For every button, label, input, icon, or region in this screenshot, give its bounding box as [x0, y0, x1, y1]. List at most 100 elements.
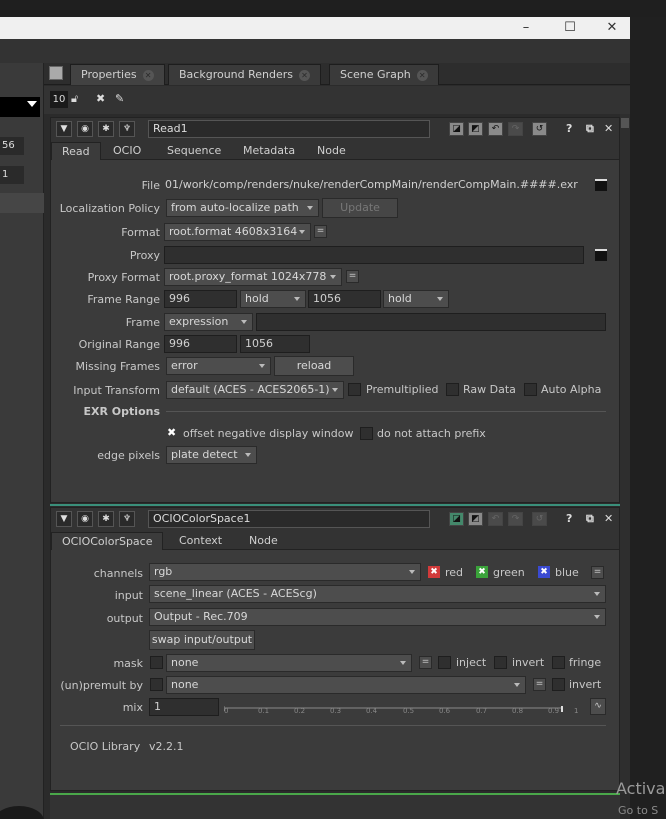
- help-icon[interactable]: ?: [566, 122, 572, 135]
- tab-sequence[interactable]: Sequence: [157, 142, 231, 160]
- mask-checkbox[interactable]: [150, 656, 163, 669]
- localization-policy-dropdown[interactable]: from auto-localize path: [166, 199, 319, 217]
- mask-dropdown[interactable]: none: [166, 654, 412, 672]
- inject-checkbox[interactable]: [438, 656, 451, 669]
- center-icon[interactable]: ◉: [77, 121, 93, 137]
- tab-properties[interactable]: Properties ✕: [70, 64, 165, 85]
- close-icon[interactable]: ✕: [142, 70, 154, 81]
- unpremult-checkbox[interactable]: [150, 678, 163, 691]
- missing-frames-dropdown[interactable]: error: [166, 357, 271, 375]
- node-name-field[interactable]: Read1: [148, 120, 430, 138]
- reload-button[interactable]: reload: [274, 356, 354, 376]
- edge-pixels-dropdown[interactable]: plate detect: [166, 446, 257, 464]
- reset-icon[interactable]: ↺: [532, 122, 547, 136]
- tile-color-icon[interactable]: ♆: [119, 511, 135, 527]
- left-panel-dropdown[interactable]: [0, 97, 40, 117]
- undo-history-icon[interactable]: ◪: [449, 512, 464, 526]
- tab-ocio[interactable]: OCIO: [103, 142, 151, 160]
- close-button[interactable]: ✕: [594, 17, 630, 39]
- node-color-icon[interactable]: ✱: [98, 121, 114, 137]
- proxy-format-edit-button[interactable]: =: [346, 270, 359, 283]
- max-panels-input[interactable]: 10: [50, 91, 68, 108]
- frame-range-start-input[interactable]: 996: [164, 290, 237, 308]
- tab-read[interactable]: Read: [51, 142, 101, 160]
- unpremult-edit-button[interactable]: =: [533, 678, 546, 691]
- properties-scrollbar[interactable]: [620, 114, 630, 794]
- dropdown-value: error: [171, 359, 198, 372]
- redo-icon[interactable]: ↷: [508, 512, 523, 526]
- tick-label: 0.7: [476, 707, 488, 715]
- undo-icon[interactable]: ↶: [488, 512, 503, 526]
- after-dropdown[interactable]: hold: [383, 290, 449, 308]
- help-icon[interactable]: ?: [566, 512, 572, 525]
- revert-icon[interactable]: ◩: [468, 122, 483, 136]
- invert2-checkbox[interactable]: [552, 678, 565, 691]
- revert-icon[interactable]: ◩: [468, 512, 483, 526]
- original-start-input[interactable]: 996: [164, 335, 237, 353]
- reset-icon[interactable]: ↺: [532, 512, 547, 526]
- tab-ociocolorspace[interactable]: OCIOColorSpace: [51, 532, 164, 550]
- panel-grip-icon[interactable]: [49, 66, 63, 80]
- node-name-field[interactable]: OCIOColorSpace1: [148, 510, 430, 528]
- invert-checkbox[interactable]: [494, 656, 507, 669]
- clear-icon[interactable]: ✖: [96, 92, 105, 105]
- premultiplied-checkbox[interactable]: [348, 383, 361, 396]
- folder-icon[interactable]: [595, 179, 607, 191]
- proxy-format-dropdown[interactable]: root.proxy_format 1024x778: [164, 268, 342, 286]
- frame-mode-dropdown[interactable]: expression: [164, 313, 253, 331]
- raw-data-checkbox[interactable]: [446, 383, 459, 396]
- input-colorspace-dropdown[interactable]: scene_linear (ACES - ACEScg): [149, 585, 606, 603]
- frame-range-end-input[interactable]: 1056: [308, 290, 381, 308]
- curve-icon[interactable]: ∿: [590, 698, 606, 715]
- tab-node[interactable]: Node: [307, 142, 356, 160]
- lock-icon[interactable]: 🔓︎: [71, 92, 78, 106]
- float-icon[interactable]: ⧉: [586, 122, 594, 136]
- tab-scene-graph[interactable]: Scene Graph ✕: [329, 64, 439, 85]
- tile-color-icon[interactable]: ♆: [119, 121, 135, 137]
- format-edit-button[interactable]: =: [314, 225, 327, 238]
- close-icon[interactable]: ✕: [416, 70, 428, 81]
- original-end-input[interactable]: 1056: [240, 335, 310, 353]
- maximize-button[interactable]: ☐: [552, 17, 588, 39]
- node-color-icon[interactable]: ✱: [98, 511, 114, 527]
- tab-metadata[interactable]: Metadata: [233, 142, 305, 160]
- center-icon[interactable]: ◉: [77, 511, 93, 527]
- folder-icon[interactable]: [595, 249, 607, 261]
- channels-edit-button[interactable]: =: [591, 566, 604, 579]
- mix-input[interactable]: 1: [149, 698, 219, 716]
- close-icon[interactable]: ✕: [299, 70, 311, 81]
- channels-dropdown[interactable]: rgb: [149, 563, 421, 581]
- redo-icon[interactable]: ↷: [508, 122, 523, 136]
- output-colorspace-dropdown[interactable]: Output - Rec.709: [149, 608, 606, 626]
- collapse-icon[interactable]: ▼: [56, 121, 72, 137]
- tab-background-renders[interactable]: Background Renders ✕: [168, 64, 322, 85]
- auto-alpha-checkbox[interactable]: [524, 383, 537, 396]
- file-input[interactable]: 01/work/comp/renders/nuke/renderCompMain…: [164, 176, 584, 194]
- float-icon[interactable]: ⧉: [586, 512, 594, 526]
- input-transform-dropdown[interactable]: default (ACES - ACES2065-1): [166, 381, 344, 399]
- collapse-icon[interactable]: ▼: [56, 511, 72, 527]
- unpremult-dropdown[interactable]: none: [166, 676, 526, 694]
- undo-history-icon[interactable]: ◪: [449, 122, 464, 136]
- close-icon[interactable]: ✕: [604, 122, 613, 135]
- update-button[interactable]: Update: [322, 198, 398, 218]
- blue-checkbox[interactable]: ✖: [538, 566, 550, 578]
- frame-input[interactable]: [256, 313, 606, 331]
- do-not-attach-checkbox[interactable]: [360, 427, 373, 440]
- format-dropdown[interactable]: root.format 4608x3164: [164, 223, 311, 241]
- proxy-input[interactable]: [164, 246, 584, 264]
- tab-node[interactable]: Node: [239, 532, 288, 550]
- before-dropdown[interactable]: hold: [240, 290, 306, 308]
- offset-negative-checkbox[interactable]: ✖: [167, 426, 176, 439]
- fringe-checkbox[interactable]: [552, 656, 565, 669]
- undo-icon[interactable]: ↶: [488, 122, 503, 136]
- tab-context[interactable]: Context: [169, 532, 232, 550]
- red-checkbox[interactable]: ✖: [428, 566, 440, 578]
- mask-edit-button[interactable]: =: [419, 656, 432, 669]
- close-icon[interactable]: ✕: [604, 512, 613, 525]
- pencil-icon[interactable]: ✎: [115, 92, 124, 105]
- green-checkbox[interactable]: ✖: [476, 566, 488, 578]
- scrollbar-thumb[interactable]: [621, 118, 629, 128]
- minimize-button[interactable]: –: [508, 17, 544, 39]
- swap-button[interactable]: swap input/output: [149, 630, 255, 650]
